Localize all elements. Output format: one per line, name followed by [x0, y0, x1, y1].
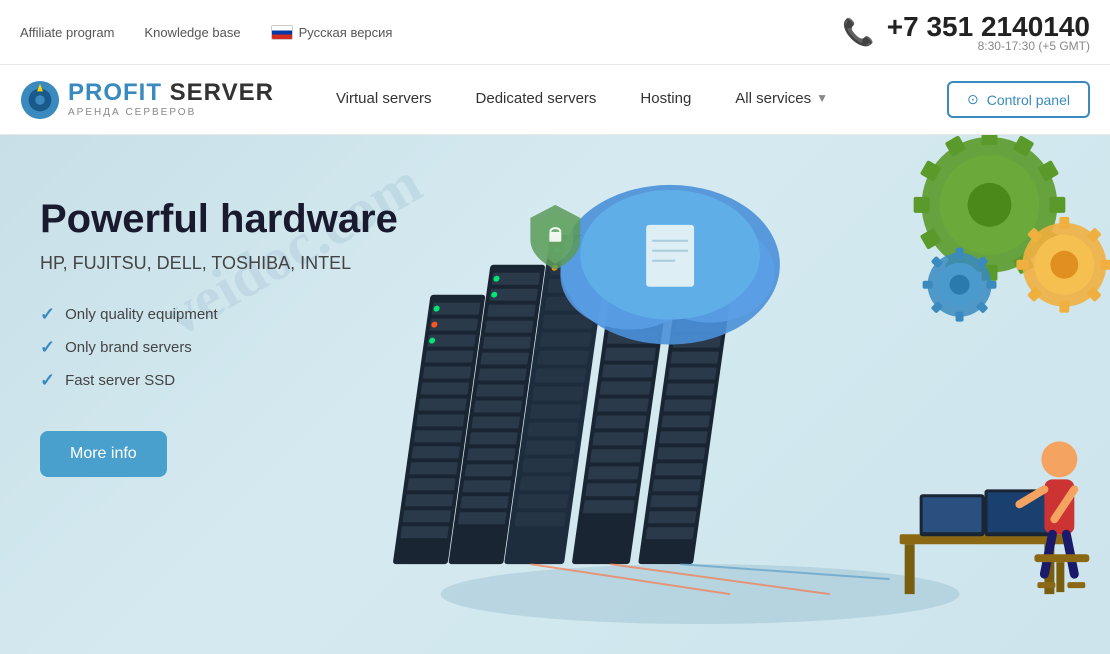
- hero-subtitle: HP, FUJITSU, DELL, TOSHIBA, INTEL: [40, 253, 440, 274]
- all-services-label: All services: [735, 90, 811, 107]
- check-icon-3: ✓: [40, 370, 55, 391]
- language-switcher[interactable]: Русская версия: [271, 25, 393, 40]
- feature-label-3: Fast server SSD: [65, 372, 175, 389]
- check-icon-1: ✓: [40, 304, 55, 325]
- feature-item-1: ✓ Only quality equipment: [40, 304, 440, 325]
- logo-text: PROFIT SERVER АРЕНДА СЕРВЕРОВ: [68, 81, 274, 118]
- logo-sub: АРЕНДА СЕРВЕРОВ: [68, 107, 274, 118]
- logo-name: PROFIT SERVER: [68, 81, 274, 105]
- more-info-button[interactable]: More info: [40, 431, 167, 477]
- logo-server: SERVER: [162, 79, 274, 106]
- knowledge-link[interactable]: Knowledge base: [144, 25, 240, 40]
- control-panel-icon: ⊙: [967, 91, 979, 108]
- control-panel-label: Control panel: [987, 92, 1070, 108]
- hero-illustration: [330, 135, 1110, 654]
- dedicated-servers-nav[interactable]: Dedicated servers: [454, 65, 619, 135]
- all-services-nav[interactable]: All services ▼: [713, 65, 850, 135]
- feature-item-2: ✓ Only brand servers: [40, 337, 440, 358]
- logo[interactable]: PROFIT SERVER АРЕНДА СЕРВЕРОВ: [20, 80, 274, 120]
- chevron-down-icon: ▼: [816, 91, 828, 105]
- top-bar-left: Affiliate program Knowledge base Русская…: [20, 25, 392, 40]
- ru-label: Русская версия: [299, 25, 393, 40]
- hero-svg-scene: [330, 135, 1110, 654]
- check-icon-2: ✓: [40, 337, 55, 358]
- top-bar-right: 📞 +7 351 2140140 8:30-17:30 (+5 GMT): [842, 11, 1090, 53]
- hosting-nav[interactable]: Hosting: [618, 65, 713, 135]
- top-bar: Affiliate program Knowledge base Русская…: [0, 0, 1110, 65]
- hero-section: veidoc.com Powerful hardware HP, FUJITSU…: [0, 135, 1110, 654]
- hero-title: Powerful hardware: [40, 195, 440, 243]
- hero-features-list: ✓ Only quality equipment ✓ Only brand se…: [40, 304, 440, 391]
- phone-icon: 📞: [842, 17, 874, 48]
- feature-label-1: Only quality equipment: [65, 306, 218, 323]
- logo-disc-icon: [20, 80, 60, 120]
- russia-flag-icon: [271, 25, 293, 40]
- feature-item-3: ✓ Fast server SSD: [40, 370, 440, 391]
- virtual-servers-nav[interactable]: Virtual servers: [314, 65, 454, 135]
- main-nav: Virtual servers Dedicated servers Hostin…: [314, 65, 947, 135]
- hero-content: Powerful hardware HP, FUJITSU, DELL, TOS…: [40, 195, 440, 477]
- feature-label-2: Only brand servers: [65, 339, 192, 356]
- phone-info: +7 351 2140140 8:30-17:30 (+5 GMT): [887, 11, 1090, 53]
- control-panel-button[interactable]: ⊙ Control panel: [947, 81, 1090, 118]
- affiliate-link[interactable]: Affiliate program: [20, 25, 114, 40]
- logo-profit: PROFIT: [68, 79, 162, 106]
- nav-bar: PROFIT SERVER АРЕНДА СЕРВЕРОВ Virtual se…: [0, 65, 1110, 135]
